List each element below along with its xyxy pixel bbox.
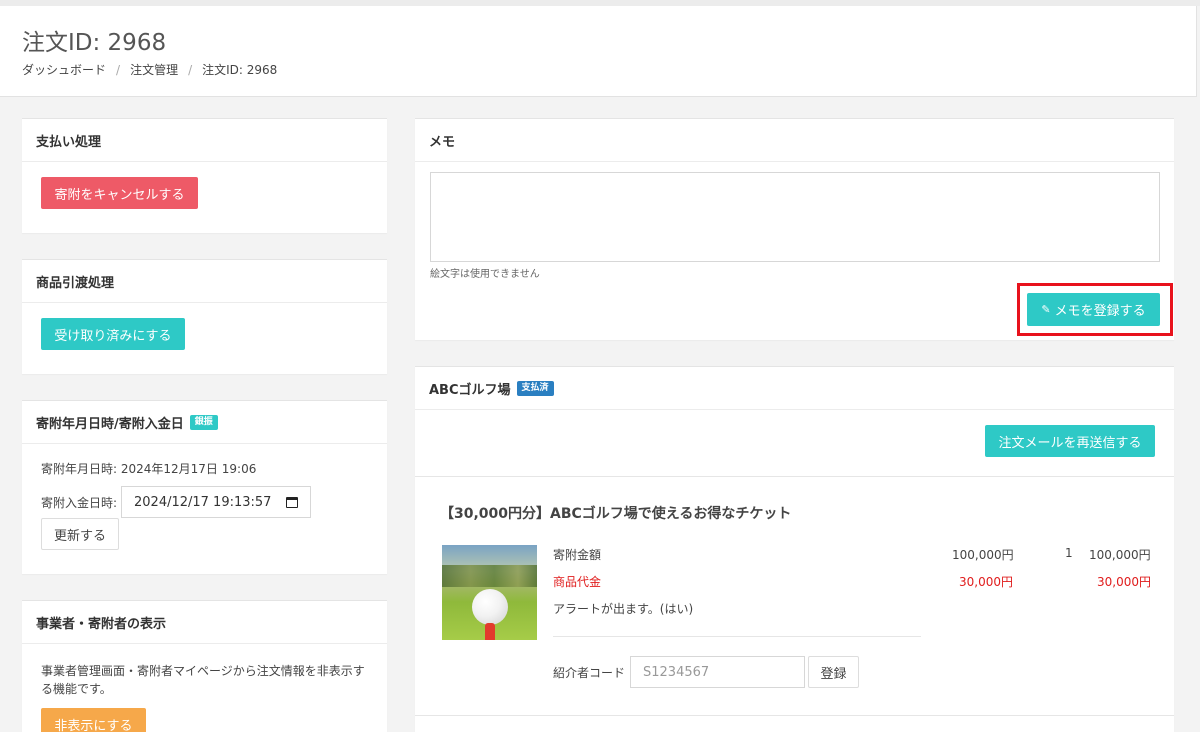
breadcrumb-orders[interactable]: 注文管理 xyxy=(130,61,178,78)
mark-received-button[interactable]: 受け取り済みにする xyxy=(41,318,185,350)
cancel-donation-button[interactable]: 寄附をキャンセルする xyxy=(41,177,198,209)
page-header: 注文ID: 2968 ダッシュボード / 注文管理 / 注文ID: 2968 xyxy=(0,6,1197,97)
row-label: 商品代金 xyxy=(553,575,602,589)
product-image xyxy=(442,545,537,640)
payment-method-badge: 銀振 xyxy=(189,414,218,430)
row-label: 寄附金額 xyxy=(553,548,602,562)
row-qty: 1 xyxy=(1065,546,1073,560)
row-total: 100,000円 xyxy=(1089,548,1151,562)
breadcrumb: ダッシュボード / 注文管理 / 注文ID: 2968 xyxy=(22,61,277,78)
memo-textarea[interactable] xyxy=(430,172,1160,262)
panel-title: 寄附年月日時/寄附入金日 銀振 xyxy=(22,401,387,444)
payment-panel: 支払い処理 xyxy=(22,118,387,233)
divider xyxy=(415,476,1174,477)
memo-note: 絵文字は使用できません xyxy=(430,269,540,280)
breadcrumb-dashboard[interactable]: ダッシュボード xyxy=(22,61,106,78)
alert-text: アラートが出ます。(はい) xyxy=(553,602,694,616)
panel-title: ABCゴルフ場 支払済 xyxy=(415,367,1174,410)
divider xyxy=(553,636,921,637)
referrer-placeholder: S1234567 xyxy=(643,664,710,680)
status-badge: 支払済 xyxy=(516,380,554,396)
visibility-description: 事業者管理画面・寄附者マイページから注文情報を非表示する機能です。 xyxy=(41,664,365,696)
payment-datetime-value: 2024/12/17 19:13:57 xyxy=(134,494,272,510)
golf-ball-icon xyxy=(472,589,508,625)
panel-title: 商品引渡処理 xyxy=(22,260,387,303)
donation-datetime: 寄附年月日時: 2024年12月17日 19:06 xyxy=(41,462,257,476)
row-total: 30,000円 xyxy=(1097,575,1151,589)
hide-button[interactable]: 非表示にする xyxy=(41,708,146,732)
panel-title: 事業者・寄附者の表示 xyxy=(22,601,387,644)
referrer-label: 紹介者コード xyxy=(553,666,626,680)
payment-datetime-label: 寄附入金日時: xyxy=(41,496,118,510)
page-title: 注文ID: 2968 xyxy=(22,30,167,56)
highlight-box xyxy=(1017,283,1173,336)
delivery-panel: 商品引渡処理 xyxy=(22,259,387,374)
register-referrer-button[interactable]: 登録 xyxy=(808,656,859,688)
row-unit-price: 30,000円 xyxy=(959,575,1013,589)
shop-name: ABCゴルフ場 xyxy=(429,382,511,398)
payment-datetime-input[interactable]: 2024/12/17 19:13:57 xyxy=(121,486,311,518)
row-unit-price: 100,000円 xyxy=(952,548,1014,562)
resend-mail-button[interactable]: 注文メールを再送信する xyxy=(985,425,1155,457)
breadcrumb-separator: / xyxy=(188,62,193,77)
divider xyxy=(415,715,1174,716)
panel-title: メモ xyxy=(415,119,1174,162)
update-button[interactable]: 更新する xyxy=(41,518,119,550)
product-title: 【30,000円分】ABCゴルフ場で使えるお得なチケット xyxy=(440,506,792,522)
referrer-code-input[interactable]: S1234567 xyxy=(630,656,805,688)
dates-title: 寄附年月日時/寄附入金日 xyxy=(36,416,184,432)
calendar-icon[interactable] xyxy=(286,497,298,508)
breadcrumb-current: 注文ID: 2968 xyxy=(202,63,278,77)
panel-title: 支払い処理 xyxy=(22,119,387,162)
breadcrumb-separator: / xyxy=(116,62,121,77)
